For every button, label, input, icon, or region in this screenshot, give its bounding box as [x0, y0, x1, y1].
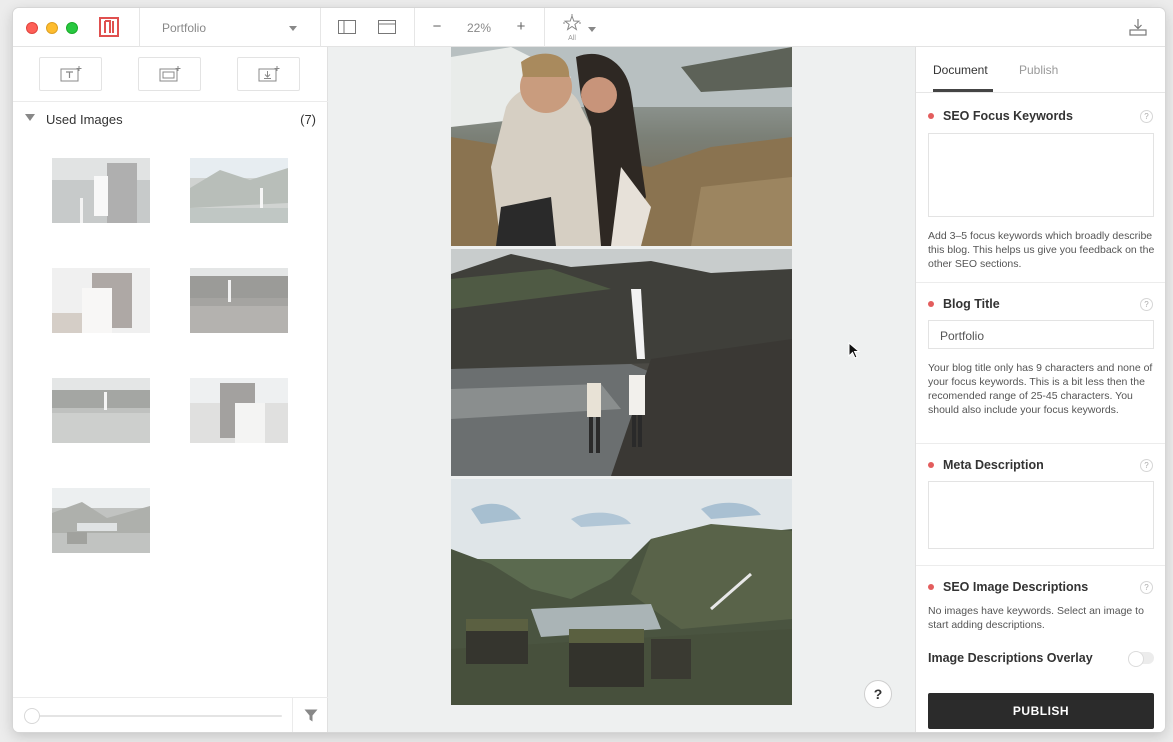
chevron-down-icon — [289, 26, 297, 31]
photo-waterfall-cliffs[interactable] — [451, 249, 792, 476]
sidebar-footer — [13, 697, 328, 732]
blog-title-input[interactable]: Portfolio — [928, 320, 1154, 349]
overlay-toggle[interactable] — [1128, 651, 1154, 667]
slider-knob[interactable] — [24, 708, 40, 724]
help-icon[interactable]: ? — [1140, 459, 1153, 472]
status-dot — [928, 301, 934, 307]
canvas-help-button[interactable]: ? — [864, 680, 892, 708]
app-logo-icon — [99, 17, 119, 37]
used-images-header[interactable]: Used Images (7) — [13, 110, 328, 130]
meta-description-heading: Meta Description — [928, 458, 1044, 472]
status-dot — [928, 584, 934, 590]
divider — [13, 101, 328, 102]
toolbar-divider — [544, 8, 545, 47]
app-window: Portfolio − 22% + All Used Images (7) ? … — [13, 8, 1165, 732]
photo-couple-sitting[interactable] — [451, 47, 792, 246]
chevron-down-icon — [588, 27, 596, 32]
photo-lake-village[interactable] — [451, 479, 792, 705]
blog-title-hint: Your blog title only has 9 characters an… — [928, 362, 1153, 416]
disclosure-triangle-icon — [25, 114, 35, 121]
mouse-pointer-icon — [848, 342, 860, 359]
document-canvas[interactable]: ? — [328, 47, 915, 732]
minimize-window-button[interactable] — [46, 22, 58, 34]
status-dot — [928, 462, 934, 468]
add-frame-icon — [159, 66, 180, 82]
tab-document[interactable]: Document — [933, 63, 988, 77]
used-images-count: (7) — [300, 112, 316, 127]
close-window-button[interactable] — [26, 22, 38, 34]
view-filter-label: All — [568, 35, 576, 42]
funnel-icon — [304, 709, 317, 722]
seo-keywords-heading: SEO Focus Keywords — [928, 109, 1073, 123]
meta-description-input[interactable] — [928, 481, 1154, 549]
image-descriptions-heading: SEO Image Descriptions — [928, 580, 1088, 594]
help-icon[interactable]: ? — [1140, 110, 1153, 123]
seo-keywords-input[interactable] — [928, 133, 1154, 217]
maximize-window-button[interactable] — [66, 22, 78, 34]
filter-button[interactable] — [292, 698, 328, 732]
active-tab-indicator — [933, 89, 993, 92]
document-settings-panel: Document Publish SEO Focus Keywords ? Ad… — [915, 47, 1165, 732]
thumbnail-mountains-waterfall[interactable] — [190, 158, 288, 223]
used-images-label: Used Images — [46, 112, 123, 127]
export-icon[interactable] — [1129, 18, 1147, 36]
overlay-toggle-row: Image Descriptions Overlay — [928, 651, 1154, 667]
thumbnail-couple-kiss[interactable] — [190, 378, 288, 443]
toolbar: Portfolio − 22% + All — [13, 8, 1165, 47]
help-icon[interactable]: ? — [1140, 298, 1153, 311]
thumbnail-lake-village[interactable] — [52, 488, 150, 553]
add-frame-button[interactable] — [138, 57, 201, 91]
panel-tabs: Document Publish — [916, 47, 1165, 93]
add-image-icon — [258, 66, 279, 82]
document-select[interactable]: Portfolio — [150, 8, 305, 47]
divider — [916, 443, 1165, 444]
publish-button[interactable]: PUBLISH — [928, 693, 1154, 729]
view-filter-dropdown[interactable]: All — [561, 14, 597, 44]
left-sidebar: Used Images (7) — [13, 47, 328, 732]
thumbnail-size-slider[interactable] — [27, 715, 282, 717]
seo-keywords-title: SEO Focus Keywords — [943, 109, 1073, 123]
tab-publish[interactable]: Publish — [1019, 63, 1058, 77]
zoom-out-button[interactable]: − — [430, 19, 444, 35]
star-filter-icon — [563, 14, 581, 31]
add-image-button[interactable] — [237, 57, 300, 91]
thumbnail-waterfall-walk[interactable] — [52, 378, 150, 443]
toggle-sidebar-icon[interactable] — [338, 20, 356, 34]
thumbnail-cliff-waterfall[interactable] — [190, 268, 288, 333]
document-name: Portfolio — [162, 20, 207, 35]
toolbar-divider — [414, 8, 415, 47]
zoom-level: 22% — [466, 21, 492, 35]
image-descriptions-title: SEO Image Descriptions — [943, 580, 1089, 594]
toolbar-divider — [320, 8, 321, 47]
thumbnail-couple-waterfall[interactable] — [52, 158, 150, 223]
toolbar-divider — [139, 8, 140, 47]
zoom-in-button[interactable]: + — [514, 19, 528, 35]
help-icon[interactable]: ? — [1140, 581, 1153, 594]
browser-window-icon[interactable] — [378, 20, 396, 34]
divider — [916, 565, 1165, 566]
thumbnail-couple-embrace[interactable] — [52, 268, 150, 333]
meta-description-title: Meta Description — [943, 458, 1044, 472]
seo-keywords-hint: Add 3–5 focus keywords which broadly des… — [928, 230, 1155, 270]
blog-title-heading: Blog Title — [928, 297, 1000, 311]
image-descriptions-hint: No images have keywords. Select an image… — [928, 605, 1144, 631]
add-text-button[interactable] — [39, 57, 102, 91]
add-text-icon — [60, 66, 81, 82]
blog-title-label: Blog Title — [943, 297, 1000, 311]
status-dot — [928, 113, 934, 119]
overlay-label: Image Descriptions Overlay — [928, 651, 1093, 665]
divider — [916, 282, 1165, 283]
